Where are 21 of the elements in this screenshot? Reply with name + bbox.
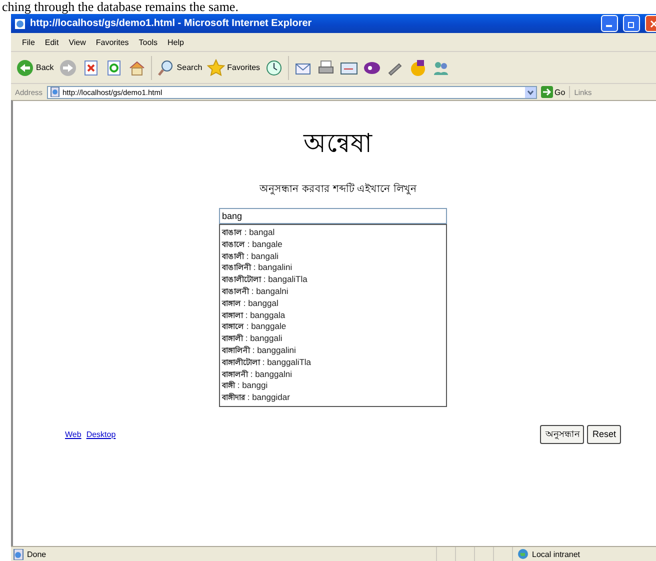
search-field[interactable]: bang: [219, 208, 447, 224]
menu-item[interactable]: Help: [162, 38, 189, 46]
favorites-button[interactable]: Favorites: [207, 58, 260, 76]
reset-button[interactable]: Reset: [587, 424, 621, 444]
prompt-text: অনুসন্ধান করবার শব্দটি এইখানে লিখুন: [260, 182, 416, 197]
menu-item[interactable]: View: [64, 38, 91, 46]
window-title: http://localhost/gs/demo1.html - Microsoft Internet Explorer: [30, 18, 313, 29]
menu-item[interactable]: Favorites: [90, 38, 134, 46]
go-button[interactable]: Go: [540, 86, 566, 98]
zone-text: Local intranet: [532, 550, 580, 558]
nav-link[interactable]: Desktop: [86, 430, 116, 439]
status-text: Done: [27, 550, 46, 558]
search-button[interactable]: অনুসন্ধান: [540, 424, 584, 444]
nav-link[interactable]: Web: [65, 430, 82, 439]
document-text: ching through the database remains the same.: [1, 0, 238, 14]
page-title: অন্বেষা: [304, 128, 372, 161]
menu-item[interactable]: File: [17, 38, 40, 46]
menu-item[interactable]: Edit: [40, 38, 64, 46]
menu-item[interactable]: Tools: [134, 38, 162, 46]
search-button[interactable]: Search: [156, 58, 202, 76]
back-button[interactable]: Back: [16, 58, 54, 76]
